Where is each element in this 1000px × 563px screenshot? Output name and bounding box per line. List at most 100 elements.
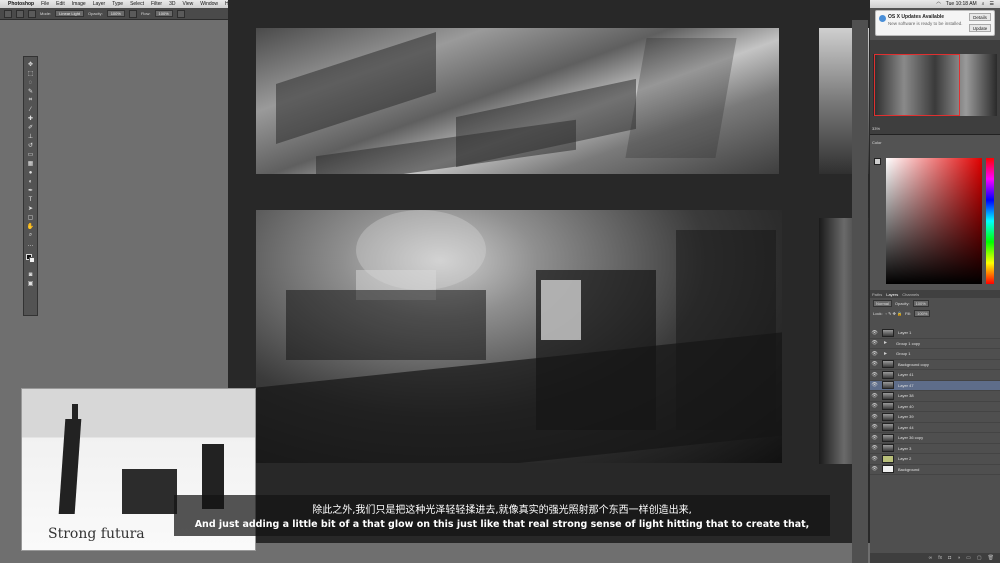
clock[interactable]: Tue 10:18 AM [946,1,977,7]
layer-row[interactable]: 👁 Layer 2 [870,454,1000,465]
brush-size-icon[interactable] [16,9,24,18]
layer-visibility-icon[interactable]: 👁 [870,414,879,420]
color-panel-title[interactable]: Color [872,140,882,145]
layer-row[interactable]: 👁 Background [870,465,1000,475]
menu-edit[interactable]: Edit [56,1,65,7]
zoom-tool-icon[interactable]: ⌕ [26,232,35,239]
layer-row[interactable]: 👁 ▸ Group 1 [870,349,1000,360]
layer-visibility-icon[interactable]: 👁 [870,330,879,336]
screen-mode-icon[interactable]: ▣ [26,280,35,287]
marquee-tool-icon[interactable]: ⬚ [26,70,35,77]
crop-tool-icon[interactable]: ⌗ [26,97,35,104]
os-update-notification[interactable]: OS X Updates Available New software is r… [875,10,995,36]
airbrush-icon[interactable] [176,9,185,18]
shape-tool-icon[interactable]: ▢ [26,214,35,221]
brush-tool-preset-icon[interactable] [4,9,12,18]
layer-visibility-icon[interactable]: 👁 [870,361,879,367]
adjustment-layer-icon[interactable]: ◑ [957,555,960,561]
path-select-tool-icon[interactable]: ➤ [26,205,35,212]
layer-row[interactable]: 👁 Layer 3 [870,444,1000,454]
layer-row[interactable]: 👁 ▸ Group 1 copy [870,339,1000,349]
hand-tool-icon[interactable]: ✋ [26,223,35,230]
layer-row[interactable]: 👁 Layer 1 [870,328,1000,339]
wifi-icon[interactable]: ◠ [936,1,940,7]
layer-visibility-icon[interactable]: 👁 [870,445,879,451]
layer-row[interactable]: 👁 Layer 41 [870,370,1000,381]
pressure-opacity-icon[interactable] [128,9,137,18]
artwork-top[interactable] [256,28,779,174]
layer-visibility-icon[interactable]: 👁 [870,424,879,430]
menu-type[interactable]: Type [112,1,123,7]
layer-opacity-field[interactable]: 100% [912,299,929,307]
color-panel-foreground-swatch[interactable] [874,158,881,165]
healing-brush-tool-icon[interactable]: ✚ [26,115,35,122]
new-group-icon[interactable]: ▭ [966,555,971,561]
layer-row[interactable]: 👁 Background copy [870,360,1000,370]
layer-row[interactable]: 👁 Layer 40 [870,402,1000,412]
layer-visibility-icon[interactable]: 👁 [870,466,879,472]
brush-panel-toggle-icon[interactable] [28,9,36,18]
menu-view[interactable]: View [183,1,194,7]
menu-3d[interactable]: 3D [169,1,175,7]
clone-stamp-tool-icon[interactable]: ⊥ [26,133,35,140]
quick-select-tool-icon[interactable]: ✎ [26,88,35,95]
blur-tool-icon[interactable]: ● [26,169,35,176]
navigator-zoom[interactable]: 33% [872,126,880,131]
mode-select[interactable]: Linear Light [55,10,85,17]
link-layers-icon[interactable]: ∞ [929,555,933,561]
menu-window[interactable]: Window [200,1,218,7]
add-mask-icon[interactable]: ◘ [948,555,951,561]
move-tool-icon[interactable]: ✥ [26,61,35,68]
quick-mask-icon[interactable]: ◙ [26,271,35,278]
eyedropper-tool-icon[interactable]: ⁄ [26,106,35,113]
layer-row[interactable]: 👁 Layer 39 [870,412,1000,423]
color-swatches[interactable] [26,254,35,263]
menu-image[interactable]: Image [72,1,86,7]
more-tools-icon[interactable]: … [26,241,35,248]
layer-style-icon[interactable]: fx [938,555,942,561]
menu-filter[interactable]: Filter [151,1,162,7]
layer-row[interactable]: 👁 Layer 47 [870,380,1000,391]
pen-tool-icon[interactable]: ✒ [26,187,35,194]
type-tool-icon[interactable]: T [26,196,35,203]
notification-center-icon[interactable]: ☰ [990,1,994,7]
layer-visibility-icon[interactable]: 👁 [870,435,879,441]
color-field[interactable] [886,158,982,284]
artwork-main[interactable] [256,210,782,463]
new-layer-icon[interactable]: ▢ [977,555,982,561]
gradient-tool-icon[interactable]: ▦ [26,160,35,167]
menu-layer[interactable]: Layer [93,1,106,7]
hue-slider[interactable] [986,158,994,284]
lasso-tool-icon[interactable]: ◌ [26,79,35,86]
notification-update-button[interactable]: Update [969,24,991,32]
layer-row[interactable]: 👁 Layer 38 [870,391,1000,402]
tab-channels[interactable]: Channels [902,292,919,297]
spotlight-icon[interactable]: ⌕ [982,1,985,7]
layer-visibility-icon[interactable]: 👁 [870,340,879,346]
lock-icons[interactable]: ▫ ✎ ✥ 🔒 [886,311,902,316]
navigator-view-box[interactable] [874,54,960,116]
layer-visibility-icon[interactable]: 👁 [870,351,879,357]
blend-mode-select[interactable]: Normal [873,299,892,307]
flow-field[interactable]: 100% [154,10,173,17]
brush-tool-icon[interactable]: ✐ [26,124,35,131]
history-brush-tool-icon[interactable]: ↺ [26,142,35,149]
layer-row[interactable]: 👁 Layer 36 copy [870,433,1000,444]
fill-field[interactable]: 100% [914,309,931,317]
layer-row[interactable]: 👁 Layer 44 [870,423,1000,433]
layer-visibility-icon[interactable]: 👁 [870,393,879,399]
opacity-field[interactable]: 100% [106,10,125,17]
notification-details-button[interactable]: Details [969,13,991,21]
eraser-tool-icon[interactable]: ▭ [26,151,35,158]
tab-layers[interactable]: Layers [886,292,898,297]
background-color-swatch[interactable] [29,257,35,263]
menu-select[interactable]: Select [130,1,144,7]
dodge-tool-icon[interactable]: ◐ [26,178,35,185]
menu-file[interactable]: File [41,1,49,7]
layer-visibility-icon[interactable]: 👁 [870,382,879,388]
layer-visibility-icon[interactable]: 👁 [870,456,879,462]
layer-visibility-icon[interactable]: 👁 [870,403,879,409]
menu-app[interactable]: Photoshop [8,1,34,7]
tab-paths[interactable]: Paths [872,292,882,297]
layer-visibility-icon[interactable]: 👁 [870,372,879,378]
